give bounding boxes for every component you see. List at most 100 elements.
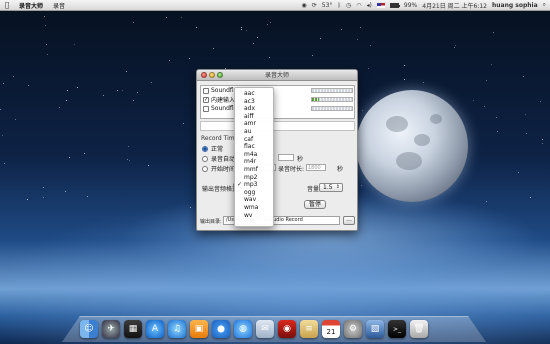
format-option-aiff[interactable]: aiff	[235, 113, 273, 121]
duration-field[interactable]: 1800	[306, 164, 326, 171]
format-option-label: au	[244, 127, 252, 135]
format-option-label: amr	[244, 120, 256, 128]
record-status-icon[interactable]: ◉	[302, 2, 307, 9]
notes-icon[interactable]: ≡	[300, 320, 318, 338]
format-option-wav[interactable]: wav	[235, 196, 273, 204]
finder-icon[interactable]: ☺	[80, 320, 98, 338]
mail-icon[interactable]: ✉	[256, 320, 274, 338]
format-option-label: mmf	[244, 165, 258, 173]
trash-icon[interactable]: 🗑	[410, 320, 428, 338]
format-option-label: ogg	[244, 188, 256, 196]
device-checkbox[interactable]	[203, 105, 209, 112]
format-option-label: aiff	[244, 112, 254, 120]
radio-button[interactable]	[202, 165, 208, 172]
format-option-adx[interactable]: adx	[235, 105, 273, 113]
messages-icon[interactable]: ◍	[234, 320, 252, 338]
sync-icon[interactable]: ⟳	[312, 2, 317, 9]
temperature-text[interactable]: 53°	[322, 2, 333, 9]
browse-button[interactable]: ...	[343, 216, 355, 225]
device-checkbox[interactable]	[203, 87, 209, 94]
format-option-au[interactable]: au	[235, 128, 273, 136]
format-option-label: aac	[244, 90, 255, 97]
chevron-updown-icon: ⇕	[335, 184, 340, 190]
device-row[interactable]: Soundflow	[201, 86, 354, 95]
device-label: 内建输入	[211, 97, 236, 104]
menu-app-name[interactable]: 录音大师	[14, 1, 48, 10]
battery-percent: 99%	[403, 1, 418, 9]
volume-icon[interactable]: ◂)	[367, 2, 372, 9]
format-option-label: m4a	[244, 150, 258, 158]
volume-value: 1.5	[323, 184, 333, 191]
itunes-icon[interactable]: ♫	[168, 320, 186, 338]
photo-booth-icon[interactable]: ◉	[278, 320, 296, 338]
minimize-button[interactable]	[209, 72, 215, 78]
duration-label: 录音时长:	[278, 166, 305, 173]
bluetooth-icon[interactable]: ᛒ	[337, 2, 341, 9]
format-option-amr[interactable]: amr	[235, 120, 273, 128]
radio-auto[interactable]: 录音自动	[202, 154, 235, 163]
record-time-group: Record Time: 正常 录音自动 秒 开始时间 录音时长: 1800 秒	[200, 135, 355, 177]
preview-icon[interactable]: ▧	[366, 320, 384, 338]
spotlight-icon[interactable]: ⌕	[543, 1, 546, 9]
format-option-label: flac	[244, 143, 255, 151]
mission-control-icon[interactable]: ▦	[124, 320, 142, 338]
format-option-wv[interactable]: wv	[235, 212, 273, 220]
seconds-unit: 秒	[297, 156, 304, 163]
window-titlebar[interactable]: 录音大师	[197, 70, 357, 81]
format-option-label: ac3	[244, 97, 255, 105]
radio-label: 录音自动	[211, 156, 236, 163]
terminal-icon[interactable]: >_	[388, 320, 406, 338]
device-checkbox[interactable]: ✓	[203, 96, 209, 103]
input-source-flag-icon[interactable]	[376, 2, 385, 8]
format-option-label: wv	[244, 211, 253, 219]
volume-select[interactable]: 1.5 ⇕	[319, 183, 343, 192]
format-option-m4r[interactable]: m4r	[235, 158, 273, 166]
timemachine-icon[interactable]: ◷	[346, 2, 351, 9]
battery-icon[interactable]	[389, 2, 400, 8]
output-dir-label: 输出目录:	[200, 219, 222, 225]
device-row[interactable]: Soundflow	[201, 104, 354, 113]
duration-unit: 秒	[337, 166, 344, 173]
radio-button[interactable]	[202, 155, 208, 162]
user-name[interactable]: huang sophia	[492, 2, 538, 9]
menu-record[interactable]: 录音	[48, 1, 70, 10]
dock: ☺ ✈ ▦ A ♫ ▣ ✦ ◍ ✉ ◉ ≡ 21 ⚙ ▧ >_ 🗑	[80, 312, 470, 338]
radio-button[interactable]	[202, 145, 208, 152]
format-option-ogg[interactable]: ogg	[235, 189, 273, 197]
auto-seconds-field[interactable]	[278, 154, 294, 161]
format-option-aac[interactable]: aac	[235, 90, 273, 98]
level-meter	[311, 97, 353, 102]
clock[interactable]: 4月21日 周二 上午6:12	[422, 1, 487, 10]
apple-icon[interactable]: 	[0, 1, 14, 9]
format-dropdown-menu: aac ac3 adx aiff amr au caf flac m4a m4r mmf mp2 ✓ mp…	[234, 87, 274, 227]
format-option-mmf[interactable]: mmf	[235, 166, 273, 174]
launchpad-icon[interactable]: ✈	[102, 320, 120, 338]
format-option-m4a[interactable]: m4a	[235, 151, 273, 159]
zoom-button[interactable]	[217, 72, 223, 78]
radio-start-time[interactable]: 开始时间	[202, 164, 235, 173]
safari-icon[interactable]: ✦	[212, 320, 230, 338]
format-option-label: mp3	[244, 181, 258, 189]
ibooks-icon[interactable]: ▣	[190, 320, 208, 338]
format-option-label: m4r	[244, 158, 257, 166]
close-button[interactable]	[201, 72, 207, 78]
pause-button[interactable]: 暂停	[304, 200, 326, 209]
window-title: 录音大师	[264, 72, 289, 79]
format-option-mp2[interactable]: mp2	[235, 174, 273, 182]
system-preferences-icon[interactable]: ⚙	[344, 320, 362, 338]
app-store-icon[interactable]: A	[146, 320, 164, 338]
input-device-list: Soundflow ✓ 内建输入 Soundflow	[200, 85, 355, 119]
format-option-mp3[interactable]: ✓ mp3	[235, 181, 273, 189]
format-option-ac3[interactable]: ac3	[235, 98, 273, 106]
recorder-window: 录音大师 Soundflow ✓ 内建输入 Soundflow Record T…	[196, 69, 358, 231]
format-option-label: mp2	[244, 173, 258, 181]
calendar-icon[interactable]: 21	[322, 320, 340, 338]
radio-normal[interactable]: 正常	[202, 144, 223, 153]
device-row[interactable]: ✓ 内建输入	[201, 95, 354, 104]
format-option-label: wav	[244, 196, 257, 204]
format-option-caf[interactable]: caf	[235, 136, 273, 144]
wifi-icon[interactable]: ◠	[356, 2, 361, 9]
level-meter	[311, 106, 353, 111]
format-option-flac[interactable]: flac	[235, 143, 273, 151]
format-option-wma[interactable]: wma	[235, 204, 273, 212]
